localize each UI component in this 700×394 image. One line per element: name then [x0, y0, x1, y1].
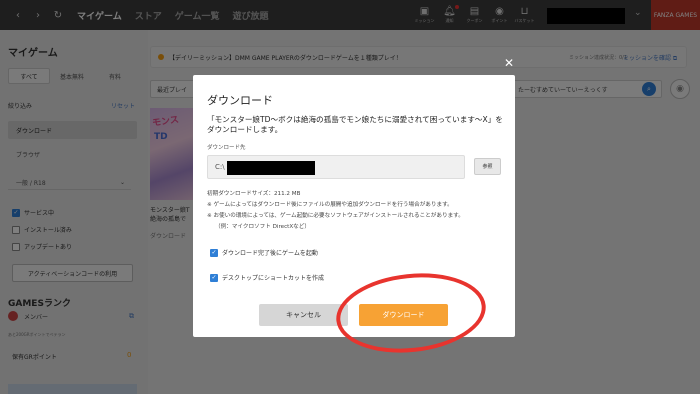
- dialog-message: 「モンスター娘TD〜ボクは絶海の孤島でモン娘たちに溺愛されて困っています〜X」を…: [207, 115, 503, 134]
- check-label: デスクトップにショートカットを作成: [222, 275, 325, 282]
- dialog-note: ※ ゲームによってはダウンロード後にファイルの展開や追加ダウンロードを行う場合が…: [207, 202, 453, 208]
- install-path-field[interactable]: C:\: [207, 155, 465, 179]
- checkbox-checked-icon[interactable]: ✓: [210, 273, 218, 282]
- path-redacted: [227, 161, 315, 175]
- cancel-button[interactable]: キャンセル: [259, 304, 348, 326]
- path-prefix: C:\: [215, 163, 225, 171]
- browse-button[interactable]: 参照: [474, 158, 501, 175]
- create-shortcut-check[interactable]: ✓ デスクトップにショートカットを作成: [210, 273, 324, 282]
- dialog-title: ダウンロード: [207, 94, 273, 107]
- close-icon[interactable]: ✕: [504, 56, 514, 70]
- download-size: 初期ダウンロードサイズ：211.2 MB: [207, 191, 301, 197]
- check-label: ダウンロード完了後にゲームを起動: [222, 250, 318, 257]
- dest-label: ダウンロード先: [207, 145, 246, 151]
- launch-after-download-check[interactable]: ✓ ダウンロード完了後にゲームを起動: [210, 248, 318, 257]
- checkbox-checked-icon[interactable]: ✓: [210, 248, 218, 257]
- dialog-note: ※ お使いの環境によっては、ゲーム起動に必要なソフトウェアがインストールされるこ…: [207, 213, 464, 219]
- dialog-note: （例：マイクロソフト DirectXなど）: [215, 224, 310, 230]
